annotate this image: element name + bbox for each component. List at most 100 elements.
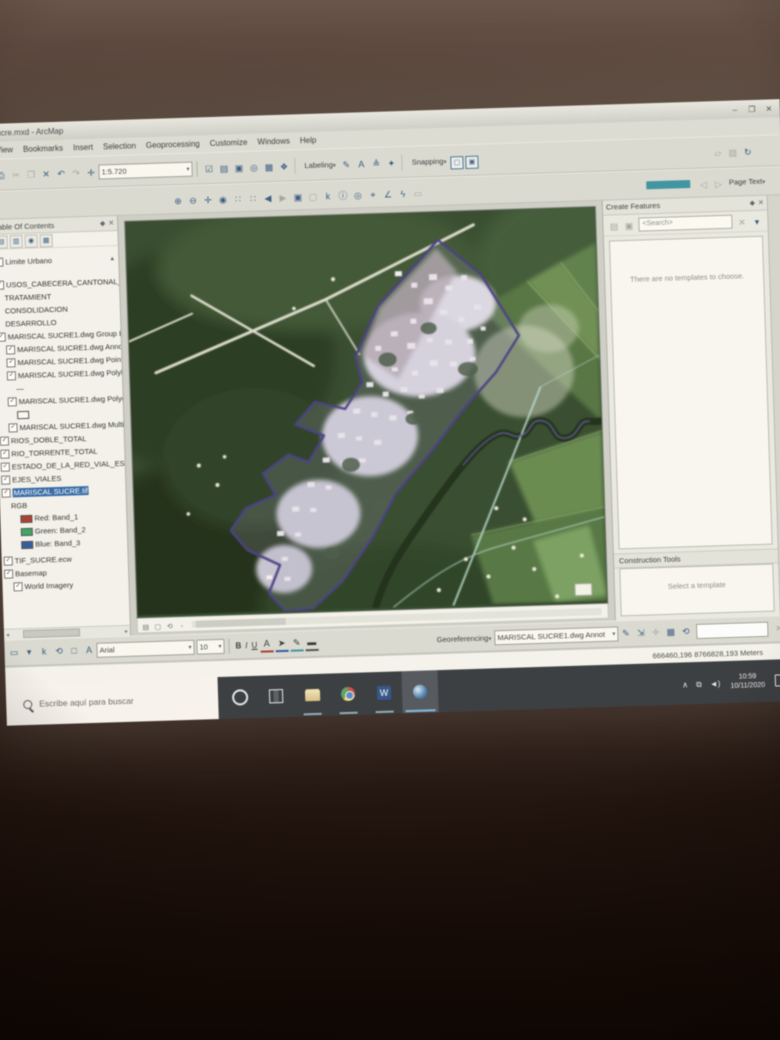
- find-icon[interactable]: ◎: [351, 189, 364, 202]
- layer-visibility-checkbox[interactable]: ✓: [8, 423, 17, 432]
- link-table-icon[interactable]: ▦: [664, 626, 677, 639]
- pin-icon[interactable]: ◆: [749, 199, 755, 207]
- arctoolbox-icon[interactable]: ▦: [262, 161, 275, 174]
- volume-icon[interactable]: ◄): [710, 679, 721, 688]
- drawing-menu-icon[interactable]: ▭: [7, 646, 20, 659]
- menu-item-help[interactable]: Help: [300, 136, 317, 146]
- forward-extent-icon[interactable]: ▶: [276, 191, 289, 204]
- layer-symbol-swatch[interactable]: [17, 410, 29, 418]
- layer-visibility-checkbox[interactable]: ✓: [4, 569, 13, 578]
- text-tool-icon[interactable]: A: [82, 644, 95, 657]
- font-color-icon[interactable]: A: [260, 637, 273, 652]
- rotation-input[interactable]: [696, 622, 768, 639]
- page-text-menu[interactable]: Page Text: [729, 177, 766, 187]
- clear-selection-icon[interactable]: ▢: [306, 190, 319, 203]
- notification-center-icon[interactable]: [775, 674, 780, 686]
- menu-item-view[interactable]: View: [0, 145, 13, 155]
- layout-view-icon[interactable]: ▢: [153, 622, 163, 632]
- list-by-visibility-icon[interactable]: ◉: [24, 234, 37, 247]
- back-extent-icon[interactable]: ◀: [261, 192, 274, 205]
- select-features-icon[interactable]: ▣: [291, 191, 304, 204]
- scroll-right-icon[interactable]: ▸: [123, 627, 130, 634]
- arcmap-button[interactable]: [401, 670, 438, 713]
- bold-button[interactable]: B: [235, 641, 241, 650]
- layer-visibility-checkbox[interactable]: ✓: [1, 475, 10, 484]
- update-display-icon[interactable]: ⇲: [634, 627, 647, 640]
- fill-color-icon[interactable]: ▬: [305, 636, 318, 651]
- measure-icon[interactable]: ∠: [381, 188, 394, 201]
- line-color-icon[interactable]: ✎: [290, 637, 303, 652]
- image-analysis-icon[interactable]: ▨: [726, 146, 739, 159]
- close-button[interactable]: ✕: [762, 104, 776, 113]
- pause-drawing-icon[interactable]: ◦: [177, 622, 187, 632]
- layer-visibility-checkbox[interactable]: ✓: [0, 333, 6, 342]
- layer-visibility-checkbox[interactable]: ✓: [7, 371, 16, 380]
- font-select[interactable]: Arial: [96, 640, 194, 658]
- layer-visibility-checkbox[interactable]: ✓: [4, 556, 13, 565]
- edge-snapping-icon[interactable]: ▣: [465, 155, 478, 168]
- list-by-drawing-order-icon[interactable]: ▤: [0, 235, 8, 248]
- layer-visibility-checkbox[interactable]: ✓: [8, 397, 17, 406]
- file-explorer-button[interactable]: [293, 674, 330, 717]
- label-priority-icon[interactable]: A: [355, 158, 368, 171]
- display-tray-icon[interactable]: ⧉: [696, 680, 702, 689]
- prev-page-icon[interactable]: ◁: [697, 178, 710, 191]
- select-elements-icon[interactable]: k: [321, 189, 334, 202]
- layer-symbol-swatch[interactable]: [21, 527, 33, 535]
- layer-visibility-checkbox[interactable]: ✓: [6, 345, 15, 354]
- layer-symbol-swatch[interactable]: [21, 540, 33, 548]
- lock-labels-icon[interactable]: ✦: [385, 157, 398, 170]
- construction-tools-list[interactable]: Select a template: [619, 564, 774, 616]
- layer-symbol-swatch[interactable]: [20, 514, 32, 522]
- collapse-icon[interactable]: ▲: [109, 255, 118, 261]
- organize-templates-icon[interactable]: ▤: [607, 220, 620, 233]
- goto-xy-icon[interactable]: ⌖: [366, 188, 379, 201]
- chrome-button[interactable]: [329, 672, 366, 715]
- close-icon[interactable]: ✕: [108, 219, 114, 227]
- hyperlink-icon[interactable]: ϟ: [396, 187, 409, 200]
- menu-item-insert[interactable]: Insert: [73, 143, 93, 153]
- layer-visibility-checkbox[interactable]: ✓: [0, 437, 9, 446]
- layer-visibility-checkbox[interactable]: ✓: [6, 358, 15, 367]
- layer-visibility-checkbox[interactable]: ✓: [0, 258, 3, 267]
- add-control-points-icon[interactable]: ✎: [619, 627, 632, 640]
- zoom-in-icon[interactable]: ⊕: [171, 194, 184, 207]
- toc-layer-item[interactable]: ✓Limite Urbano▲: [0, 252, 118, 269]
- font-size-select[interactable]: 10: [196, 639, 224, 655]
- snapping-menu[interactable]: Snapping: [412, 156, 447, 166]
- map-view[interactable]: [124, 206, 608, 619]
- label-manager-icon[interactable]: ✎: [340, 159, 353, 172]
- next-page-icon[interactable]: ▷: [712, 177, 725, 190]
- shape-tool-icon[interactable]: □: [67, 644, 80, 657]
- menu-item-geoprocessing[interactable]: Geoprocessing: [146, 139, 200, 150]
- search-window-icon[interactable]: ◎: [247, 161, 260, 174]
- delete-icon[interactable]: ✕: [39, 168, 52, 181]
- close-icon[interactable]: ✕: [758, 199, 764, 207]
- identify-icon[interactable]: ⓘ: [336, 188, 349, 201]
- auto-adjust-icon[interactable]: ✛: [649, 626, 662, 639]
- georeferencing-layer-select[interactable]: MARISCAL SUCRE1.dwg Annot: [494, 626, 618, 645]
- search-clear-icon[interactable]: ✕: [735, 216, 748, 229]
- cut-icon[interactable]: ✂: [9, 169, 22, 182]
- select-elements-icon[interactable]: k: [37, 645, 50, 658]
- toc-layer-item[interactable]: Blue: Band_3: [1, 535, 127, 552]
- editor-toolbar-icon[interactable]: ☑: [202, 163, 215, 176]
- restore-button[interactable]: ❐: [745, 104, 759, 113]
- task-view-button[interactable]: [257, 675, 294, 718]
- rotate-raster-icon[interactable]: ⟲: [679, 625, 692, 638]
- close-toolbar-icon[interactable]: ✕: [772, 622, 780, 635]
- marker-color-icon[interactable]: ➤: [275, 637, 288, 652]
- fixed-zoom-out-icon[interactable]: ∷: [246, 192, 259, 205]
- undo-icon[interactable]: ↶: [54, 168, 67, 181]
- add-data-icon[interactable]: ✛: [84, 167, 97, 180]
- hidden-icons-chevron[interactable]: ∧: [682, 680, 688, 689]
- map-satellite-imagery[interactable]: [125, 207, 607, 616]
- point-snapping-icon[interactable]: ▢: [450, 156, 463, 169]
- adjust-icon[interactable]: ▱: [711, 147, 724, 160]
- word-button[interactable]: W: [365, 671, 402, 714]
- toc-layer-item[interactable]: ✓World Imagery: [2, 577, 128, 594]
- underline-button[interactable]: U: [251, 641, 257, 650]
- model-builder-icon[interactable]: ❖: [277, 161, 290, 174]
- menu-item-selection[interactable]: Selection: [103, 141, 136, 151]
- taskbar-clock[interactable]: 10:59 10/11/2020: [730, 672, 765, 691]
